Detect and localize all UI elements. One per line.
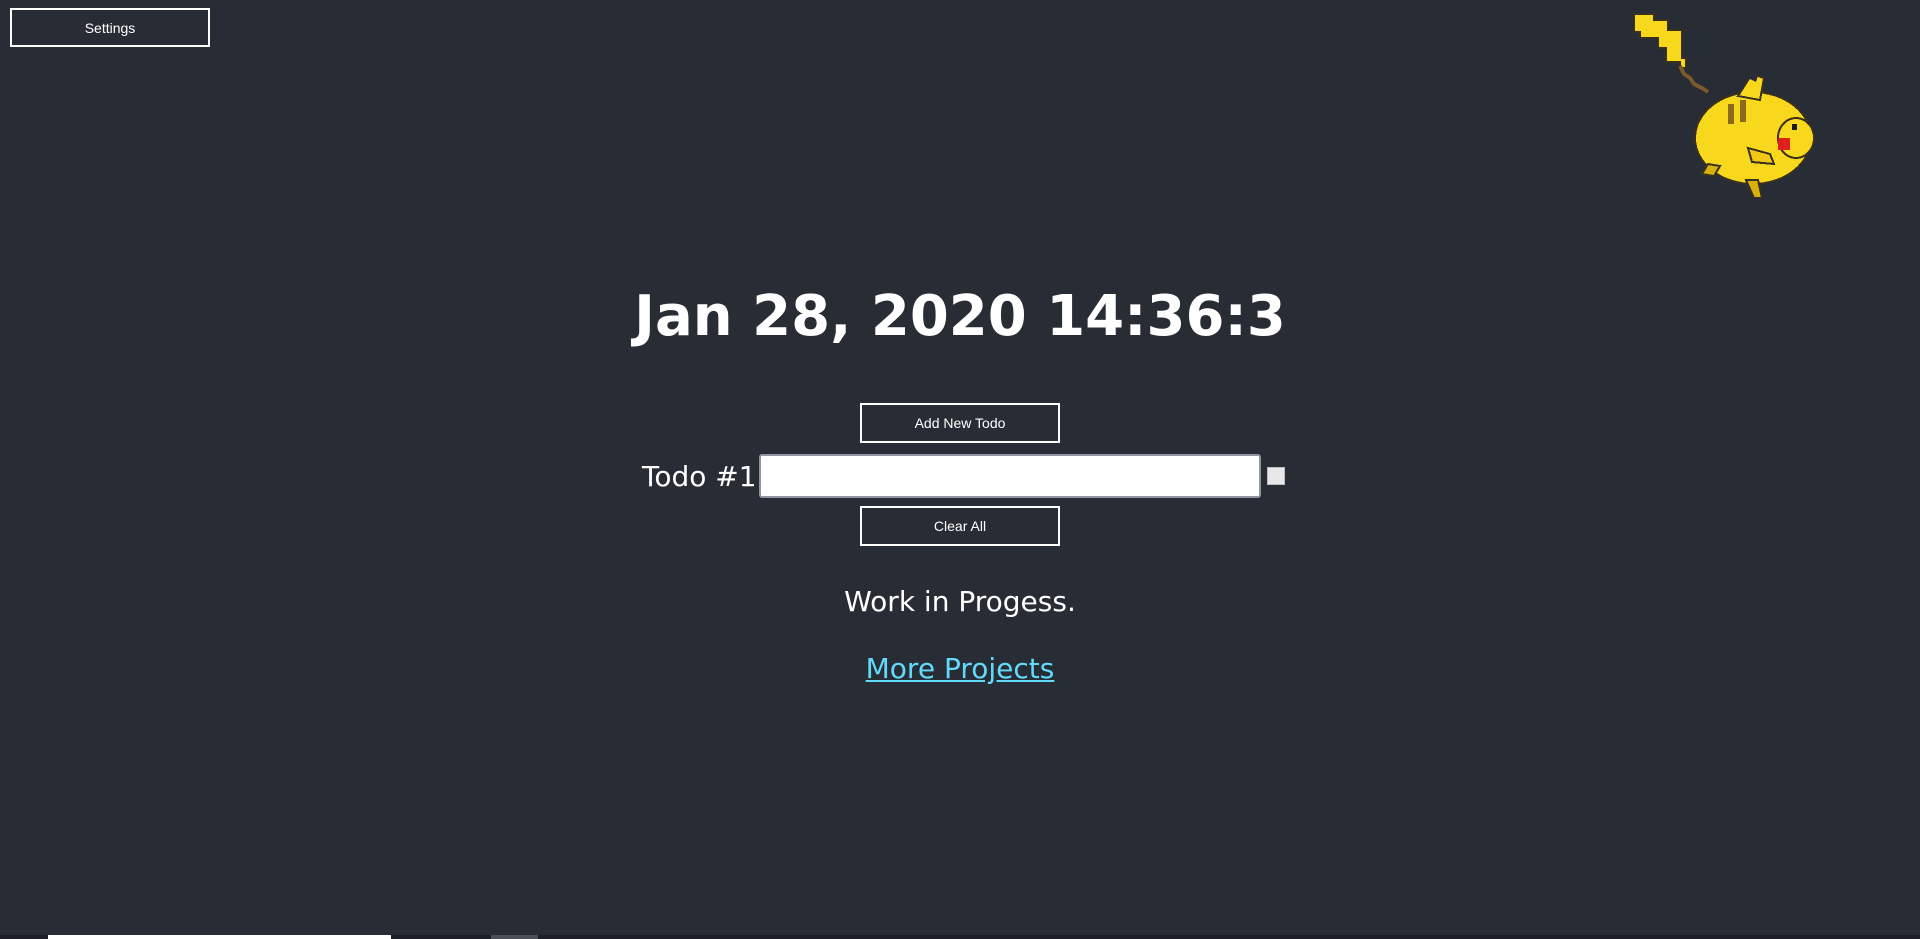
pikachu-icon bbox=[1633, 13, 1815, 198]
scrollbar-marker bbox=[491, 935, 538, 939]
page: Settings Jan 28, 2020 14:36:3 Add New To… bbox=[0, 0, 1920, 939]
todo-checkbox[interactable] bbox=[1266, 467, 1285, 485]
horizontal-scrollbar[interactable] bbox=[0, 935, 1920, 939]
clock-display: Jan 28, 2020 14:36:3 bbox=[634, 284, 1286, 349]
more-projects-link[interactable]: More Projects bbox=[866, 652, 1055, 685]
todo-label: Todo #1 bbox=[642, 459, 757, 493]
todo-row: Todo #1 bbox=[642, 453, 1285, 499]
clear-all-button[interactable]: Clear All bbox=[860, 506, 1060, 546]
todo-input[interactable] bbox=[758, 454, 1261, 498]
status-text: Work in Progess. bbox=[844, 585, 1076, 618]
add-todo-button[interactable]: Add New Todo bbox=[860, 403, 1060, 443]
scrollbar-thumb[interactable] bbox=[48, 935, 391, 939]
settings-button[interactable]: Settings bbox=[10, 8, 210, 47]
more-projects-container: More Projects bbox=[0, 652, 1920, 685]
